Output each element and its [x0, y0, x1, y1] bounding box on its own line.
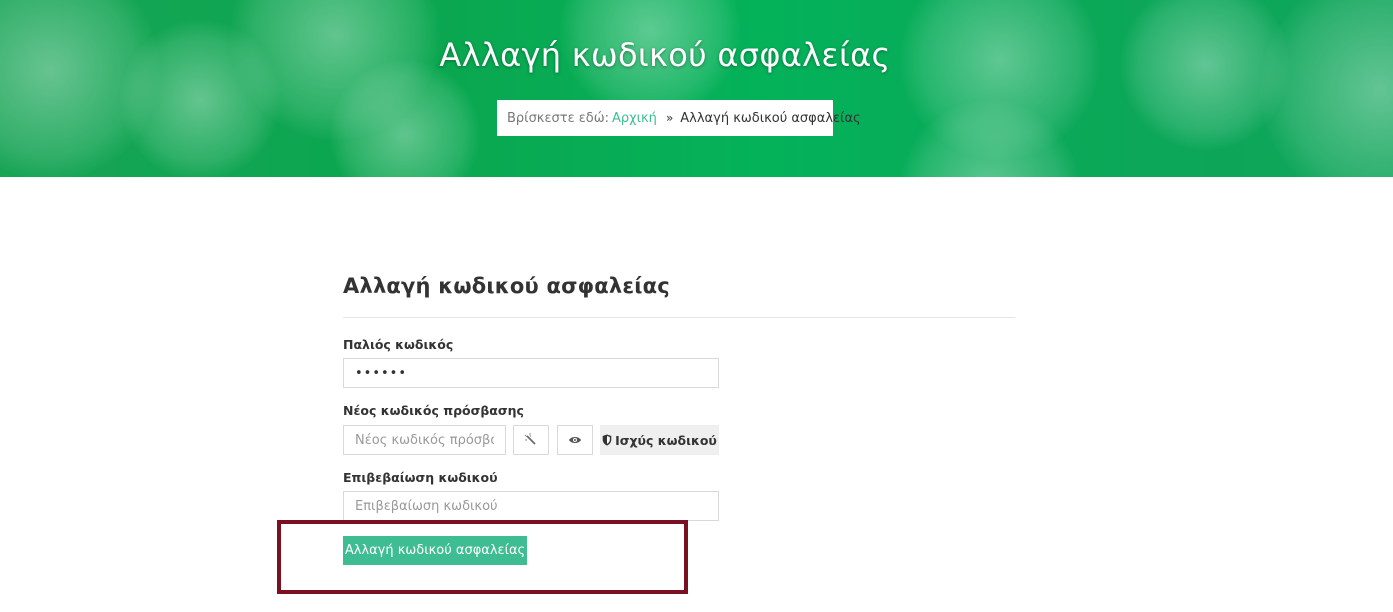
heading-divider: [343, 317, 1015, 318]
password-strength-label: Ισχύς κωδικού: [615, 432, 717, 448]
breadcrumb-separator: »: [665, 111, 674, 125]
confirm-password-input[interactable]: [343, 491, 719, 521]
confirm-password-label: Επιβεβαίωση κωδικού: [343, 470, 498, 485]
old-password-input[interactable]: [343, 358, 719, 388]
magic-wand-icon: [524, 433, 536, 445]
form-heading: Αλλαγή κωδικού ασφαλείας: [343, 274, 670, 298]
breadcrumb-prefix: Βρίσκεστε εδώ:: [507, 110, 609, 126]
hero-banner: Αλλαγή κωδικού ασφαλείας Βρίσκεστε εδώ: …: [0, 0, 1393, 177]
breadcrumb: Βρίσκεστε εδώ: Αρχική » Αλλαγή κωδικού α…: [497, 100, 861, 136]
password-strength-button[interactable]: Ισχύς κωδικού: [600, 425, 719, 455]
new-password-label: Νέος κωδικός πρόσβασης: [343, 403, 524, 418]
eye-icon: [569, 437, 581, 443]
breadcrumb-home-link[interactable]: Αρχική: [612, 111, 657, 126]
new-password-input[interactable]: [343, 425, 506, 455]
change-password-form: Αλλαγή κωδικού ασφαλείας Παλιός κωδικός …: [343, 270, 1015, 565]
show-password-button[interactable]: [557, 425, 593, 455]
change-password-submit-button[interactable]: Αλλαγή κωδικού ασφαλείας: [343, 536, 527, 565]
generate-password-button[interactable]: [513, 425, 549, 455]
old-password-label: Παλιός κωδικός: [343, 337, 454, 352]
page-title: Αλλαγή κωδικού ασφαλείας: [439, 36, 891, 74]
shield-icon: [602, 434, 612, 446]
breadcrumb-current: Αλλαγή κωδικού ασφαλείας: [680, 110, 861, 126]
